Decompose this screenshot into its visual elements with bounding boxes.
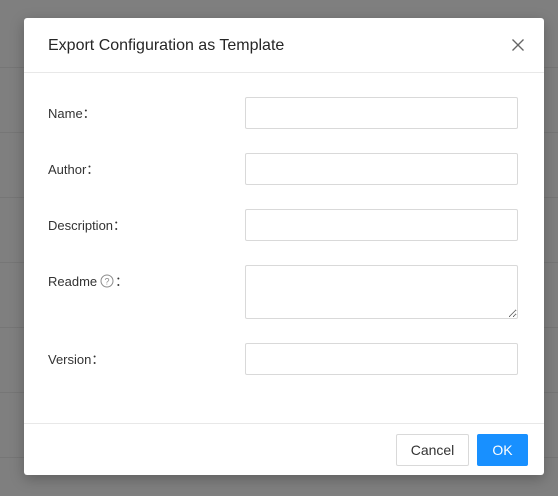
name-label: Name：: [48, 106, 96, 121]
dialog-header: Export Configuration as Template: [24, 18, 544, 73]
version-input[interactable]: [245, 343, 518, 375]
description-label: Description：: [48, 218, 127, 233]
close-button[interactable]: [508, 35, 528, 55]
description-input[interactable]: [245, 209, 518, 241]
ok-button[interactable]: OK: [477, 434, 528, 466]
version-label: Version：: [48, 352, 105, 367]
export-template-dialog: Export Configuration as Template Name： A…: [24, 18, 544, 475]
author-label: Author：: [48, 162, 100, 177]
readme-textarea[interactable]: [245, 265, 518, 319]
close-icon: [512, 39, 524, 51]
dialog-title: Export Configuration as Template: [48, 37, 285, 54]
cancel-button[interactable]: Cancel: [396, 434, 469, 466]
help-circle-icon[interactable]: ?: [100, 274, 114, 288]
author-input[interactable]: [245, 153, 518, 185]
readme-label: Readme: [48, 274, 98, 289]
dialog-footer: Cancel OK: [24, 423, 544, 476]
readme-label-group: Readme? ：: [48, 273, 128, 291]
readme-label-colon: ：: [115, 274, 129, 289]
name-input[interactable]: [245, 97, 518, 129]
svg-text:?: ?: [105, 276, 110, 286]
